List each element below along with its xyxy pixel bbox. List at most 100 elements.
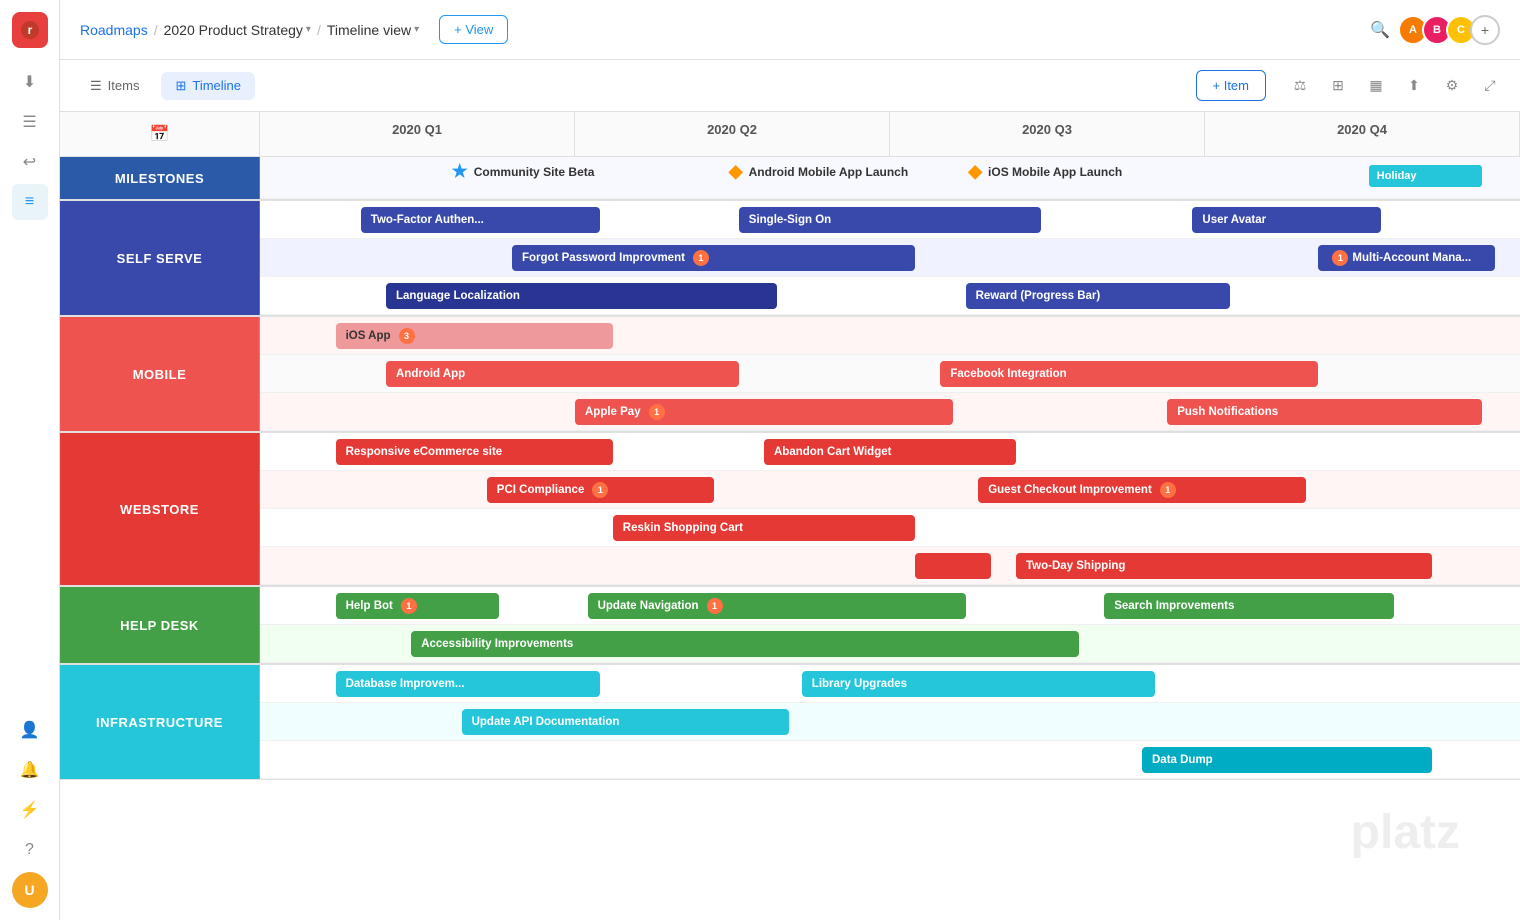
top-nav: Roadmaps / 2020 Product Strategy ▾ / Tim… bbox=[60, 0, 1520, 60]
breadcrumb-sep2: / bbox=[317, 22, 321, 38]
quarter-q1: 2020 Q1 bbox=[260, 112, 575, 156]
milestone-android[interactable]: ◆ Android Mobile App Launch bbox=[729, 161, 908, 182]
self-serve-group: SELF SERVE Two-Factor Authen... Single-S… bbox=[60, 201, 1520, 317]
milestone-holiday[interactable]: Holiday bbox=[1369, 165, 1482, 187]
group-icon[interactable]: ⊞ bbox=[1324, 72, 1352, 100]
items-tab-label: Items bbox=[108, 78, 140, 93]
forgot-password-bar[interactable]: Forgot Password Improvment1 bbox=[512, 245, 915, 271]
mobile-group: MOBILE iOS App3 Android App Facebook Int… bbox=[60, 317, 1520, 433]
help-desk-row-1: Help Bot1 Update Navigation1 Search Impr… bbox=[260, 587, 1520, 625]
layout-icon[interactable]: ▦ bbox=[1362, 72, 1390, 100]
self-serve-rows: Two-Factor Authen... Single-Sign On User… bbox=[260, 201, 1520, 315]
responsive-ecommerce-bar[interactable]: Responsive eCommerce site bbox=[336, 439, 613, 465]
filter-icon[interactable]: ⚖ bbox=[1286, 72, 1314, 100]
webstore-row-2: PCI Compliance1 Guest Checkout Improveme… bbox=[260, 471, 1520, 509]
webstore-row-3: Reskin Shopping Cart bbox=[260, 509, 1520, 547]
accessibility-bar[interactable]: Accessibility Improvements bbox=[411, 631, 1079, 657]
lightning-icon[interactable]: ⚡ bbox=[12, 792, 48, 828]
database-bar[interactable]: Database Improvem... bbox=[336, 671, 601, 697]
reskin-cart-bar[interactable]: Reskin Shopping Cart bbox=[613, 515, 915, 541]
bell-icon[interactable]: 🔔 bbox=[12, 752, 48, 788]
mobile-rows: iOS App3 Android App Facebook Integratio… bbox=[260, 317, 1520, 431]
user-avatar-bar[interactable]: User Avatar bbox=[1192, 207, 1381, 233]
question-icon[interactable]: ? bbox=[12, 832, 48, 868]
search-icon[interactable]: 🔍 bbox=[1370, 20, 1390, 40]
settings-icon[interactable]: ⚙ bbox=[1438, 72, 1466, 100]
apple-pay-bar[interactable]: Apple Pay1 bbox=[575, 399, 953, 425]
app-logo[interactable]: r bbox=[12, 12, 48, 48]
roadmap-icon[interactable]: ≡ bbox=[12, 184, 48, 220]
self-serve-label: SELF SERVE bbox=[60, 201, 260, 315]
download-icon[interactable]: ⬇ bbox=[12, 64, 48, 100]
reward-bar[interactable]: Reward (Progress Bar) bbox=[966, 283, 1231, 309]
self-serve-row-1: Two-Factor Authen... Single-Sign On User… bbox=[260, 201, 1520, 239]
list-icon[interactable]: ☰ bbox=[12, 104, 48, 140]
mobile-row-2: Android App Facebook Integration bbox=[260, 355, 1520, 393]
infrastructure-rows: Database Improvem... Library Upgrades Up… bbox=[260, 665, 1520, 779]
infrastructure-group: INFRASTRUCTURE Database Improvem... Libr… bbox=[60, 665, 1520, 780]
milestone-ios[interactable]: ◆ iOS Mobile App Launch bbox=[968, 161, 1122, 182]
search-improvements-bar[interactable]: Search Improvements bbox=[1104, 593, 1394, 619]
group-label-header: 📅 bbox=[60, 112, 260, 156]
data-dump-bar[interactable]: Data Dump bbox=[1142, 747, 1432, 773]
add-avatar-button[interactable]: + bbox=[1470, 15, 1500, 45]
user-avatar[interactable]: U bbox=[12, 872, 48, 908]
breadcrumb: Roadmaps / 2020 Product Strategy ▾ / Tim… bbox=[80, 22, 419, 38]
mobile-row-1: iOS App3 bbox=[260, 317, 1520, 355]
two-factor-bar[interactable]: Two-Factor Authen... bbox=[361, 207, 600, 233]
toolbar: ☰ Items ⊞ Timeline + Item ⚖ ⊞ ▦ ⬆ ⚙ ⤢ bbox=[60, 60, 1520, 112]
update-nav-bar[interactable]: Update Navigation1 bbox=[588, 593, 966, 619]
milestone-holiday-label: Holiday bbox=[1377, 170, 1417, 182]
webstore-rows: Responsive eCommerce site Abandon Cart W… bbox=[260, 433, 1520, 585]
milestones-label: MILESTONES bbox=[60, 157, 260, 199]
webstore-label: WEBSTORE bbox=[60, 433, 260, 585]
add-item-button[interactable]: + Item bbox=[1196, 70, 1267, 101]
milestone-community-label: Community Site Beta bbox=[474, 165, 595, 179]
infra-row-3: Data Dump bbox=[260, 741, 1520, 779]
diamond-icon-1: ◆ bbox=[729, 161, 743, 182]
breadcrumb-sep1: / bbox=[154, 22, 158, 38]
diamond-icon-2: ◆ bbox=[968, 161, 982, 182]
items-tab-icon: ☰ bbox=[90, 78, 102, 94]
tab-timeline[interactable]: ⊞ Timeline bbox=[161, 72, 255, 100]
library-upgrades-bar[interactable]: Library Upgrades bbox=[802, 671, 1155, 697]
mobile-row-3: Apple Pay1 Push Notifications bbox=[260, 393, 1520, 431]
two-day-shipping-bar[interactable]: Two-Day Shipping bbox=[1016, 553, 1432, 579]
project-dropdown[interactable]: 2020 Product Strategy ▾ bbox=[164, 22, 311, 38]
push-notifications-bar[interactable]: Push Notifications bbox=[1167, 399, 1482, 425]
help-desk-group: HELP DESK Help Bot1 Update Navigation1 S… bbox=[60, 587, 1520, 665]
add-view-button[interactable]: + View bbox=[439, 15, 508, 44]
two-day-ship-small[interactable] bbox=[915, 553, 991, 579]
language-loc-bar[interactable]: Language Localization bbox=[386, 283, 777, 309]
milestones-group: MILESTONES ★ Community Site Beta ◆ Andro… bbox=[60, 157, 1520, 201]
contacts-icon[interactable]: 👤 bbox=[12, 712, 48, 748]
breadcrumb-root[interactable]: Roadmaps bbox=[80, 22, 148, 38]
star-icon: ★ bbox=[452, 161, 468, 182]
guest-checkout-bar[interactable]: Guest Checkout Improvement1 bbox=[978, 477, 1306, 503]
fullscreen-icon[interactable]: ⤢ bbox=[1476, 72, 1504, 100]
android-app-bar[interactable]: Android App bbox=[386, 361, 739, 387]
quarter-header: 📅 2020 Q1 2020 Q2 2020 Q3 2020 Q4 bbox=[60, 112, 1520, 157]
tab-items[interactable]: ☰ Items bbox=[76, 72, 153, 100]
back-icon[interactable]: ↩ bbox=[12, 144, 48, 180]
milestone-community[interactable]: ★ Community Site Beta bbox=[452, 161, 595, 182]
abandon-cart-bar[interactable]: Abandon Cart Widget bbox=[764, 439, 1016, 465]
webstore-group: WEBSTORE Responsive eCommerce site Aband… bbox=[60, 433, 1520, 587]
help-desk-label: HELP DESK bbox=[60, 587, 260, 663]
webstore-row-1: Responsive eCommerce site Abandon Cart W… bbox=[260, 433, 1520, 471]
toolbar-icons: ⚖ ⊞ ▦ ⬆ ⚙ ⤢ bbox=[1286, 72, 1504, 100]
multi-account-bar[interactable]: 1Multi-Account Mana... bbox=[1318, 245, 1494, 271]
facebook-bar[interactable]: Facebook Integration bbox=[940, 361, 1318, 387]
pci-compliance-bar[interactable]: PCI Compliance1 bbox=[487, 477, 714, 503]
export-icon[interactable]: ⬆ bbox=[1400, 72, 1428, 100]
milestone-ios-label: iOS Mobile App Launch bbox=[988, 165, 1122, 179]
help-bot-bar[interactable]: Help Bot1 bbox=[336, 593, 500, 619]
ios-app-bar[interactable]: iOS App3 bbox=[336, 323, 613, 349]
view-dropdown[interactable]: Timeline view ▾ bbox=[327, 22, 419, 38]
single-sign-on-bar[interactable]: Single-Sign On bbox=[739, 207, 1041, 233]
timeline-tab-label: Timeline bbox=[192, 78, 241, 93]
svg-text:r: r bbox=[27, 23, 32, 37]
api-docs-bar[interactable]: Update API Documentation bbox=[462, 709, 790, 735]
self-serve-row-3: Language Localization Reward (Progress B… bbox=[260, 277, 1520, 315]
timeline-inner: 📅 2020 Q1 2020 Q2 2020 Q3 2020 Q4 MILEST… bbox=[60, 112, 1520, 780]
